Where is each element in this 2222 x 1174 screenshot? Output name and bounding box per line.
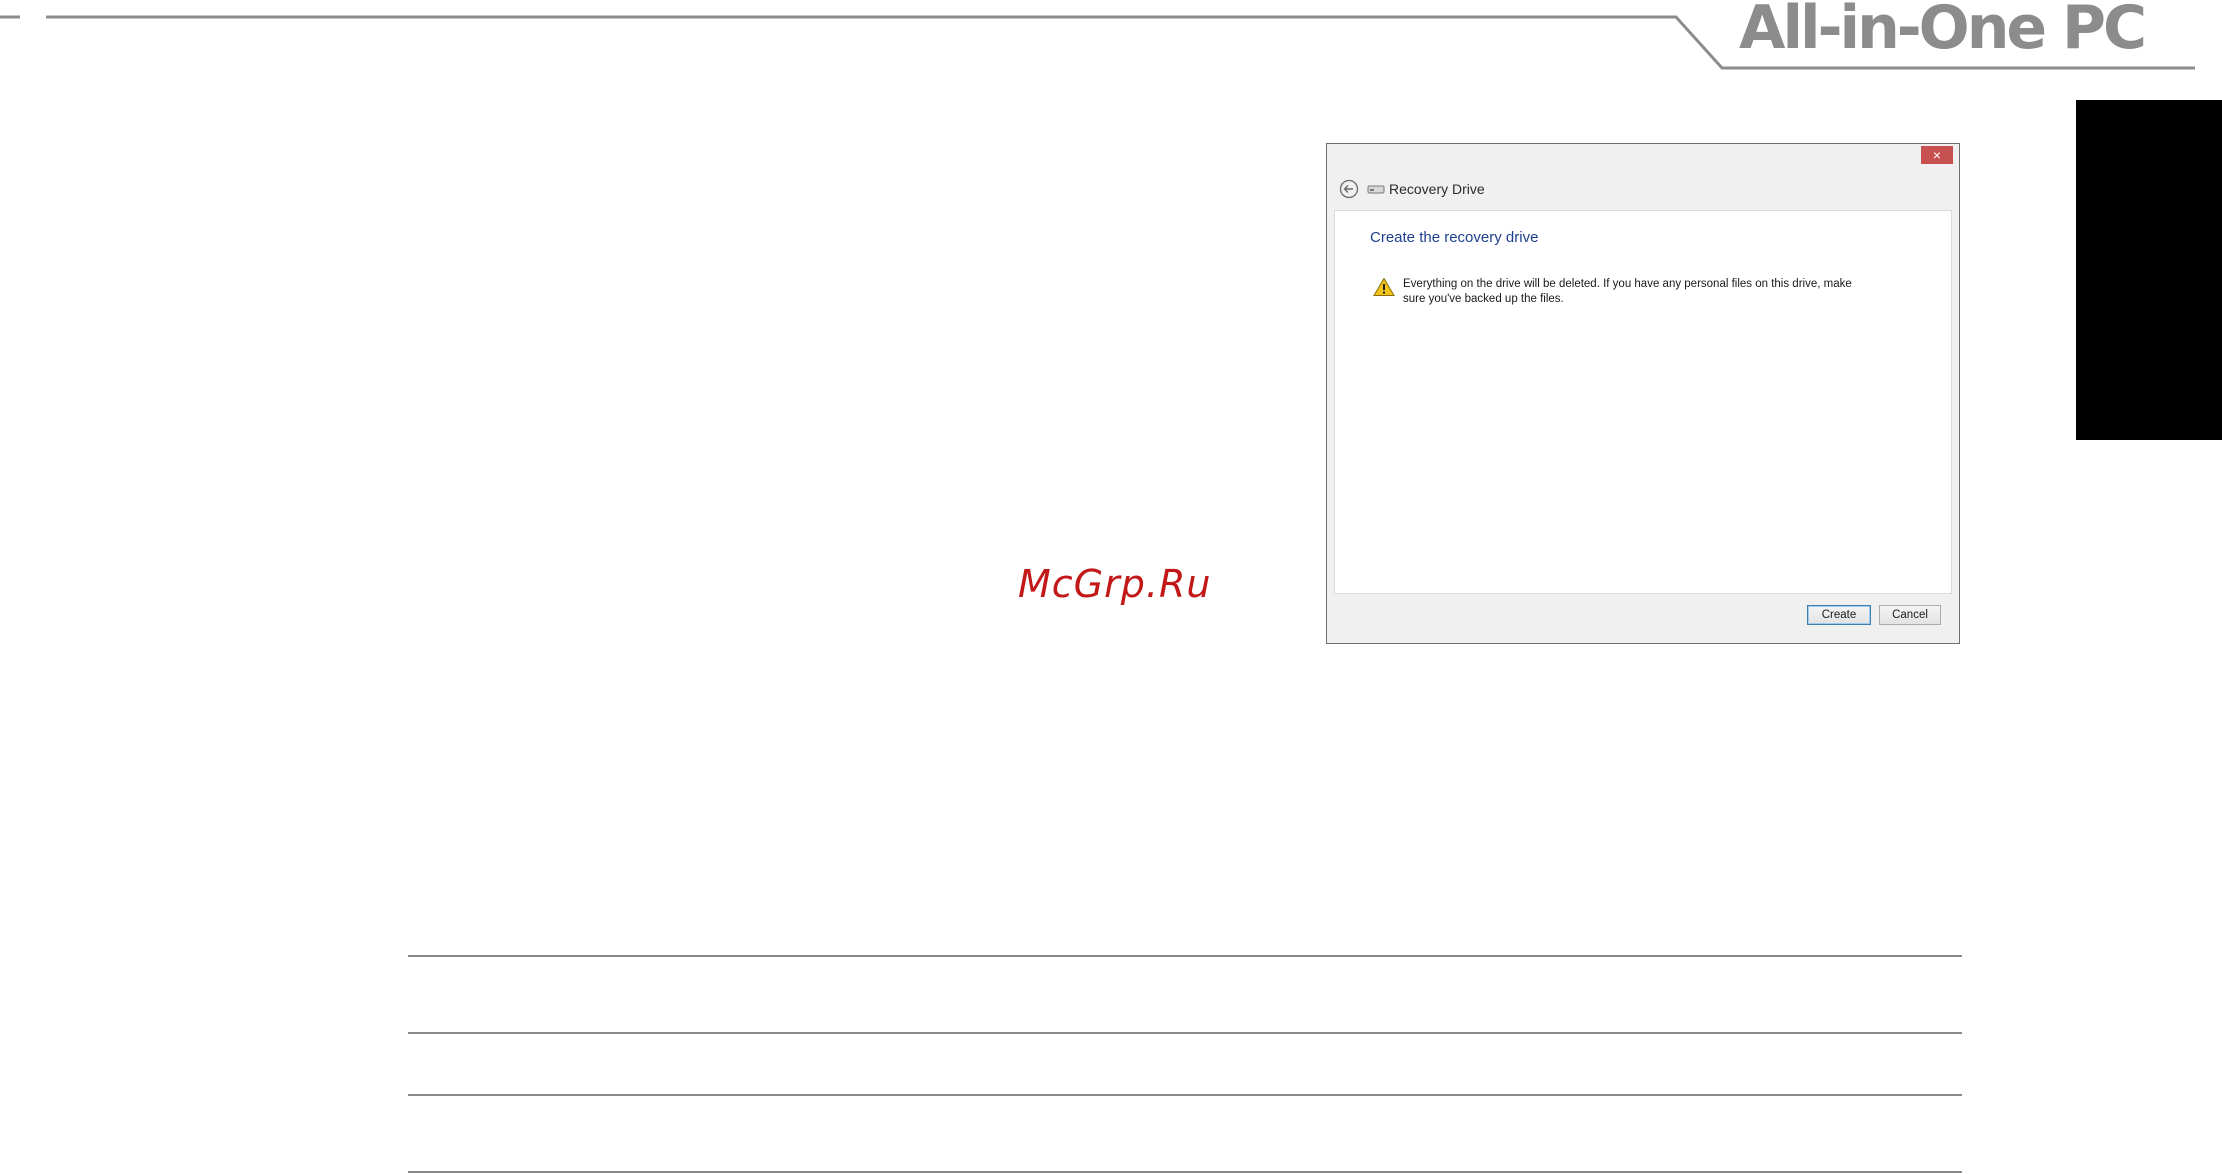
- watermark: McGrp.Ru: [1018, 562, 1212, 606]
- warning-text: Everything on the drive will be deleted.…: [1403, 278, 1852, 305]
- table-rule-3: [408, 1094, 1962, 1096]
- dialog-content: Create the recovery drive Everything on …: [1334, 210, 1952, 594]
- cancel-button[interactable]: Cancel: [1879, 605, 1941, 625]
- brand-logo: All-in-One PC: [1739, 0, 2147, 63]
- recovery-drive-dialog: × Recovery Drive Create the recovery dri…: [1326, 143, 1960, 644]
- table-rule-4: [408, 1171, 1962, 1173]
- dialog-title: Recovery Drive: [1389, 181, 1485, 197]
- dialog-heading: Create the recovery drive: [1370, 229, 1539, 246]
- dialog-nav: Recovery Drive: [1339, 178, 1485, 200]
- warning-icon: [1373, 277, 1395, 296]
- drive-icon: [1367, 185, 1385, 194]
- create-button[interactable]: Create: [1807, 605, 1871, 625]
- side-tab: [2076, 100, 2222, 440]
- close-button[interactable]: ×: [1921, 146, 1953, 164]
- close-icon: ×: [1932, 147, 1942, 163]
- warning-message: Everything on the drive will be deleted.…: [1373, 277, 1863, 307]
- table-rule-1: [408, 955, 1962, 957]
- table-rule-2: [408, 1032, 1962, 1034]
- back-arrow-icon[interactable]: [1339, 179, 1359, 199]
